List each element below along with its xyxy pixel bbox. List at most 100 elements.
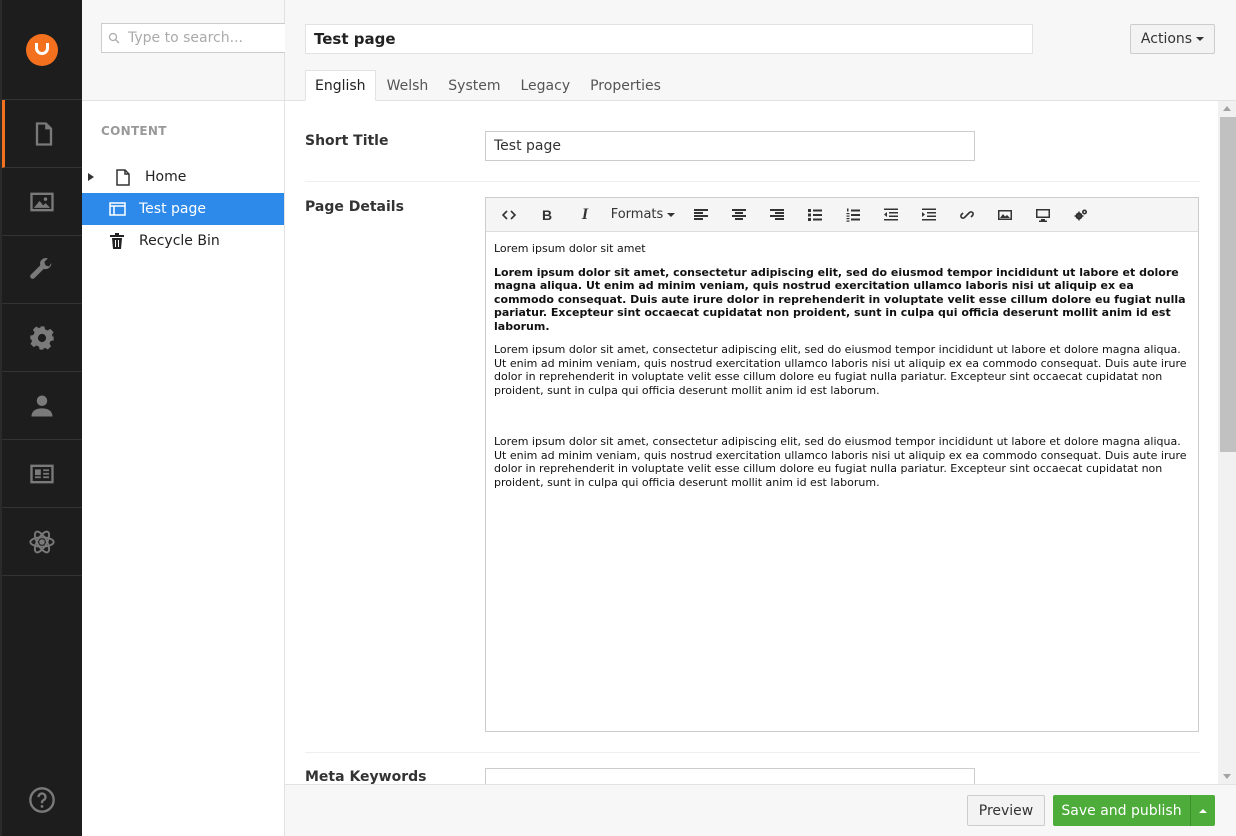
indent-button[interactable] [910, 200, 948, 230]
content-tree-panel: CONTENT Home Test page Recycle Bin [82, 0, 286, 836]
section-users[interactable] [2, 372, 82, 440]
search-input[interactable] [128, 30, 278, 46]
scroll-up-arrow[interactable] [1223, 106, 1231, 111]
page-name-input[interactable]: Test page [305, 24, 1033, 54]
scrollbar-thumb[interactable] [1220, 117, 1236, 452]
help-icon [29, 787, 55, 813]
tree-section-title: CONTENT [101, 124, 167, 138]
image-icon [998, 209, 1012, 220]
section-members[interactable] [2, 440, 82, 508]
section-content[interactable] [2, 100, 82, 168]
monitor-icon [1036, 208, 1050, 222]
align-right-button[interactable] [758, 200, 796, 230]
short-title-input[interactable]: Test page [485, 131, 975, 161]
tree-search-area [82, 0, 286, 101]
meta-keywords-input[interactable] [485, 768, 975, 784]
scroll-down-arrow[interactable] [1223, 774, 1231, 779]
preview-button[interactable]: Preview [967, 795, 1045, 826]
tree-node-label: Test page [139, 201, 206, 217]
atom-icon [29, 530, 55, 553]
bullet-list-icon [808, 208, 822, 221]
wrench-icon [30, 257, 52, 279]
umbraco-logo[interactable] [26, 33, 58, 66]
code-icon [502, 209, 516, 220]
tree-node-test-page[interactable]: Test page [82, 193, 284, 225]
italic-button[interactable]: I [566, 200, 604, 230]
search-box[interactable] [101, 23, 286, 53]
formats-label: Formats [610, 207, 664, 222]
actions-button[interactable]: Actions [1130, 24, 1215, 54]
section-forms[interactable] [2, 508, 82, 576]
tab-welsh[interactable]: Welsh [377, 70, 439, 101]
logo-area [2, 0, 82, 100]
align-left-icon [694, 208, 708, 220]
source-code-button[interactable] [490, 200, 528, 230]
tree-node-label: Home [145, 169, 187, 185]
align-center-icon [732, 208, 746, 220]
formats-dropdown[interactable]: Formats [604, 200, 682, 230]
numbered-list-icon [846, 208, 860, 222]
bullet-list-button[interactable] [796, 200, 834, 230]
rte-paragraph: Lorem ipsum dolor sit amet, consectetur … [494, 343, 1187, 397]
publish-options-button[interactable] [1190, 795, 1215, 826]
document-icon [35, 121, 52, 146]
search-icon [108, 32, 120, 44]
caret-down-icon [1196, 37, 1205, 41]
caret-down-icon [667, 212, 676, 217]
rte-paragraph: Lorem ipsum dolor sit amet, consectetur … [494, 265, 1186, 333]
caret-up-icon [1199, 808, 1207, 813]
link-button[interactable] [948, 200, 986, 230]
divider [305, 181, 1200, 182]
editor-main: Short Title Test page Page Details B I F… [285, 101, 1218, 784]
actions-label: Actions [1140, 31, 1193, 47]
divider [305, 752, 1200, 753]
indent-icon [922, 208, 936, 220]
rte-paragraph: Lorem ipsum dolor sit amet [494, 242, 646, 255]
tree-node-home[interactable]: Home [82, 161, 284, 193]
outdent-button[interactable] [872, 200, 910, 230]
document-icon [114, 168, 132, 186]
editor-footer: Preview Save and publish [285, 784, 1236, 836]
expand-caret-icon[interactable] [88, 173, 98, 181]
page-details-label: Page Details [305, 199, 404, 215]
macro-button[interactable] [1062, 200, 1100, 230]
tree-node-recycle-bin[interactable]: Recycle Bin [82, 225, 284, 257]
app-sidebar [0, 0, 82, 836]
embed-media-button[interactable] [1024, 200, 1062, 230]
layout-icon [108, 200, 126, 218]
tab-english[interactable]: English [305, 70, 376, 101]
section-developer[interactable] [2, 304, 82, 372]
align-left-button[interactable] [682, 200, 720, 230]
tab-properties[interactable]: Properties [580, 70, 671, 101]
tree-node-label: Recycle Bin [139, 233, 220, 249]
bold-icon: B [541, 206, 553, 223]
cogs-icon [1074, 209, 1087, 220]
tab-system[interactable]: System [438, 70, 510, 101]
tab-legacy[interactable]: Legacy [510, 70, 580, 101]
id-card-icon [30, 464, 54, 483]
align-right-icon [770, 208, 784, 220]
help-button[interactable] [2, 780, 82, 820]
gear-icon [30, 325, 54, 350]
numbered-list-button[interactable] [834, 200, 872, 230]
link-icon [960, 210, 974, 219]
umbraco-backoffice: CONTENT Home Test page Recycle Bin Test … [0, 0, 1236, 836]
language-tabs: English Welsh System Legacy Properties [305, 70, 671, 101]
rte-toolbar: B I Formats [486, 198, 1198, 232]
rte-blank-line [494, 407, 1190, 435]
user-icon [31, 395, 53, 416]
rte-paragraph: Lorem ipsum dolor sit amet, consectetur … [494, 435, 1187, 489]
main-scrollbar[interactable] [1218, 101, 1236, 784]
align-center-button[interactable] [720, 200, 758, 230]
outdent-icon [884, 208, 898, 220]
editor-header: Test page Actions English Welsh System L… [285, 0, 1236, 101]
image-icon [30, 192, 54, 211]
meta-keywords-label: Meta Keywords [305, 769, 427, 784]
insert-image-button[interactable] [986, 200, 1024, 230]
trash-icon [108, 232, 126, 250]
section-media[interactable] [2, 168, 82, 236]
bold-button[interactable]: B [528, 200, 566, 230]
rte-content[interactable]: Lorem ipsum dolor sit amet Lorem ipsum d… [486, 232, 1198, 509]
section-settings[interactable] [2, 236, 82, 304]
save-and-publish-button[interactable]: Save and publish [1053, 795, 1190, 826]
